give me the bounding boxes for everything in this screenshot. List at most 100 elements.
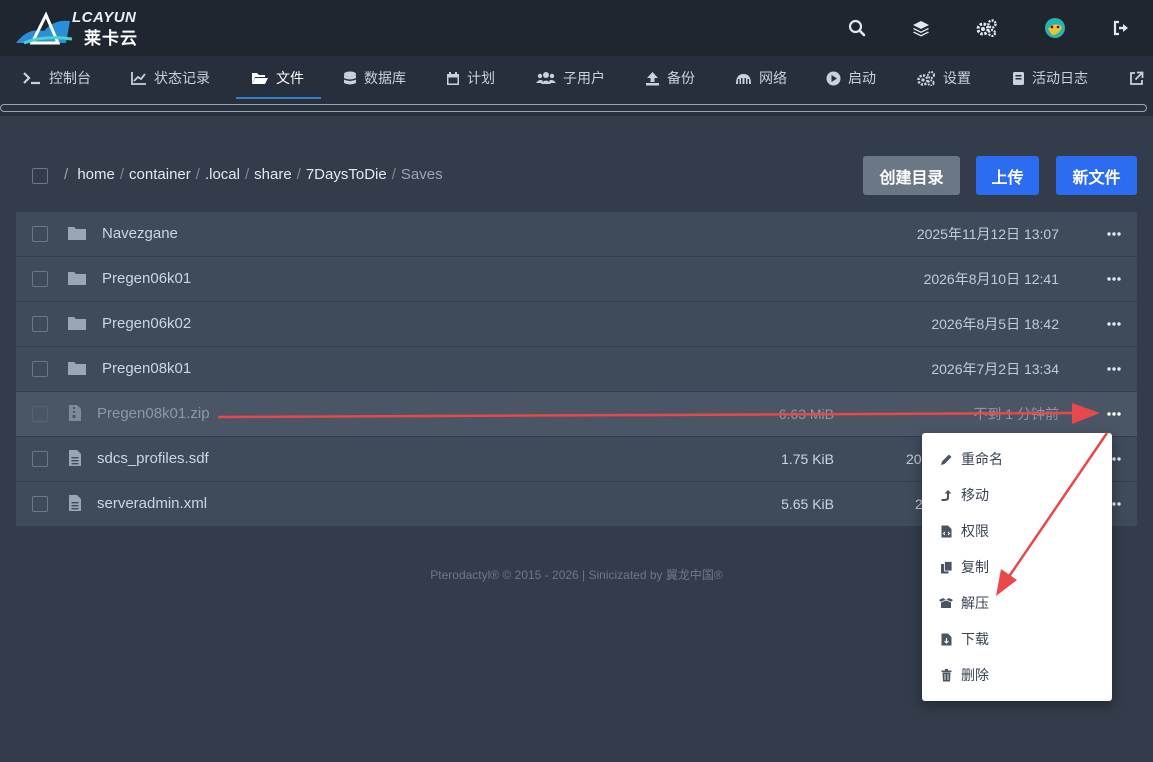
tab-label: 计划: [467, 70, 495, 86]
tab-subusers[interactable]: 子用户: [536, 56, 605, 100]
more-options-icon[interactable]: [1106, 228, 1122, 240]
file-name[interactable]: sdcs_profiles.sdf: [97, 437, 209, 481]
tab-schedule[interactable]: 计划: [446, 56, 495, 100]
network-icon: [736, 73, 751, 84]
calendar-icon: [447, 71, 459, 85]
menu-item-label: 删除: [961, 667, 989, 683]
folder-open-icon: [252, 73, 268, 84]
tab-network[interactable]: 网络: [735, 56, 787, 100]
row-checkbox[interactable]: [32, 361, 48, 377]
trash-icon: [941, 668, 952, 681]
file-name[interactable]: Navezgane: [102, 212, 178, 256]
row-checkbox[interactable]: [32, 451, 48, 467]
more-options-icon[interactable]: [1106, 318, 1122, 330]
breadcrumb-share[interactable]: share: [254, 166, 292, 183]
file-date: 2026年8月10日 12:41: [923, 271, 1059, 287]
file-size: 5.65 KiB: [781, 496, 834, 512]
more-options-icon[interactable]: [1106, 363, 1122, 375]
tab-status-log[interactable]: 状态记录: [131, 56, 210, 100]
gears-icon: [917, 70, 935, 86]
tab-label: 活动日志: [1032, 70, 1088, 86]
tab-label: 设置: [943, 70, 971, 86]
tab-label: 子用户: [563, 70, 605, 86]
file-text-icon: [69, 495, 81, 511]
tab-backup[interactable]: 备份: [645, 56, 695, 100]
file-name[interactable]: Pregen08k01.zip: [97, 392, 210, 436]
search-icon[interactable]: [845, 16, 869, 40]
tab-files[interactable]: 文件: [251, 56, 304, 100]
menu-item-copy[interactable]: 复制: [922, 549, 1112, 585]
user-avatar[interactable]: [1043, 16, 1067, 40]
tab-label: 数据库: [364, 70, 406, 86]
brand-name-cn: 莱卡云: [84, 29, 138, 48]
top-bar: LCAYUN 莱卡云: [0, 0, 1153, 56]
breadcrumb-home[interactable]: home: [77, 166, 115, 183]
menu-item-label: 重命名: [961, 451, 1003, 467]
box-open-icon: [939, 598, 953, 608]
pencil-icon: [941, 454, 952, 465]
menu-item-label: 解压: [961, 595, 989, 611]
active-tab-indicator: [236, 97, 321, 99]
breadcrumb-7daystodie[interactable]: 7DaysToDie: [306, 166, 387, 183]
row-checkbox[interactable]: [32, 316, 48, 332]
menu-item-label: 复制: [961, 559, 989, 575]
new-file-button[interactable]: 新文件: [1056, 156, 1137, 195]
menu-item-rename[interactable]: 重命名: [922, 441, 1112, 477]
upload-button[interactable]: 上传: [976, 156, 1039, 195]
tab-database[interactable]: 数据库: [343, 56, 406, 100]
users-icon: [536, 72, 556, 84]
file-name[interactable]: Pregen06k01: [102, 257, 191, 301]
tab-label: 网络: [759, 70, 787, 86]
file-row[interactable]: Pregen06k01 2026年8月10日 12:41: [16, 257, 1137, 301]
play-icon: [826, 71, 841, 85]
sub-navigation: 控制台 状态记录 文件 数据库 计划 子用户 备份 网络 启动 设置 活动日志: [0, 56, 1153, 100]
settings-gears-icon[interactable]: [975, 16, 999, 40]
tab-label: 状态记录: [154, 70, 210, 86]
upload-icon: [646, 71, 659, 85]
layers-icon[interactable]: [909, 16, 933, 40]
move-icon: [941, 489, 952, 501]
menu-item-delete[interactable]: 删除: [922, 657, 1112, 693]
file-date: 20: [906, 451, 922, 467]
more-options-icon[interactable]: [1106, 273, 1122, 285]
nav-horizontal-scrollbar[interactable]: [0, 104, 1147, 112]
brand-logo[interactable]: LCAYUN 莱卡云: [14, 9, 154, 48]
file-row[interactable]: Pregen06k02 2026年8月5日 18:42: [16, 302, 1137, 346]
file-download-icon: [941, 633, 952, 645]
menu-item-move[interactable]: 移动: [922, 477, 1112, 513]
breadcrumb-local[interactable]: .local: [205, 166, 240, 183]
row-checkbox[interactable]: [32, 406, 48, 422]
chart-icon: [131, 72, 146, 85]
file-name[interactable]: Pregen06k02: [102, 302, 191, 346]
breadcrumb-current: Saves: [400, 166, 443, 183]
menu-item-extract[interactable]: 解压: [922, 585, 1112, 621]
file-row-selected[interactable]: Pregen08k01.zip 6.63 MiB 不到 1 分钟前: [16, 392, 1137, 436]
file-row[interactable]: Pregen08k01 2026年7月2日 13:34: [16, 347, 1137, 391]
select-all-checkbox[interactable]: [32, 168, 48, 184]
file-name[interactable]: Pregen08k01: [102, 347, 191, 391]
create-directory-button[interactable]: 创建目录: [863, 156, 960, 195]
row-checkbox[interactable]: [32, 496, 48, 512]
tab-settings[interactable]: 设置: [917, 56, 971, 100]
database-icon: [344, 71, 356, 84]
row-checkbox[interactable]: [32, 271, 48, 287]
file-name[interactable]: serveradmin.xml: [97, 482, 207, 526]
terminal-icon: [23, 72, 40, 85]
row-checkbox[interactable]: [32, 226, 48, 242]
menu-item-label: 下载: [961, 631, 989, 647]
file-row[interactable]: Navezgane 2025年11月12日 13:07: [16, 212, 1137, 256]
folder-icon: [68, 317, 86, 330]
file-context-menu: 重命名 移动 权限 复制 解压 下载 删除: [922, 433, 1112, 701]
tab-activity-log[interactable]: 活动日志: [1012, 56, 1088, 100]
more-options-icon[interactable]: [1106, 408, 1122, 420]
tab-startup[interactable]: 启动: [826, 56, 876, 100]
menu-item-download[interactable]: 下载: [922, 621, 1112, 657]
external-link-icon[interactable]: [1129, 56, 1151, 100]
logout-icon[interactable]: [1109, 16, 1133, 40]
breadcrumb-container[interactable]: container: [129, 166, 191, 183]
menu-item-label: 移动: [961, 487, 989, 503]
file-date: 不到 1 分钟前: [973, 406, 1059, 422]
menu-item-permissions[interactable]: 权限: [922, 513, 1112, 549]
tab-console[interactable]: 控制台: [22, 56, 91, 100]
folder-icon: [68, 272, 86, 285]
